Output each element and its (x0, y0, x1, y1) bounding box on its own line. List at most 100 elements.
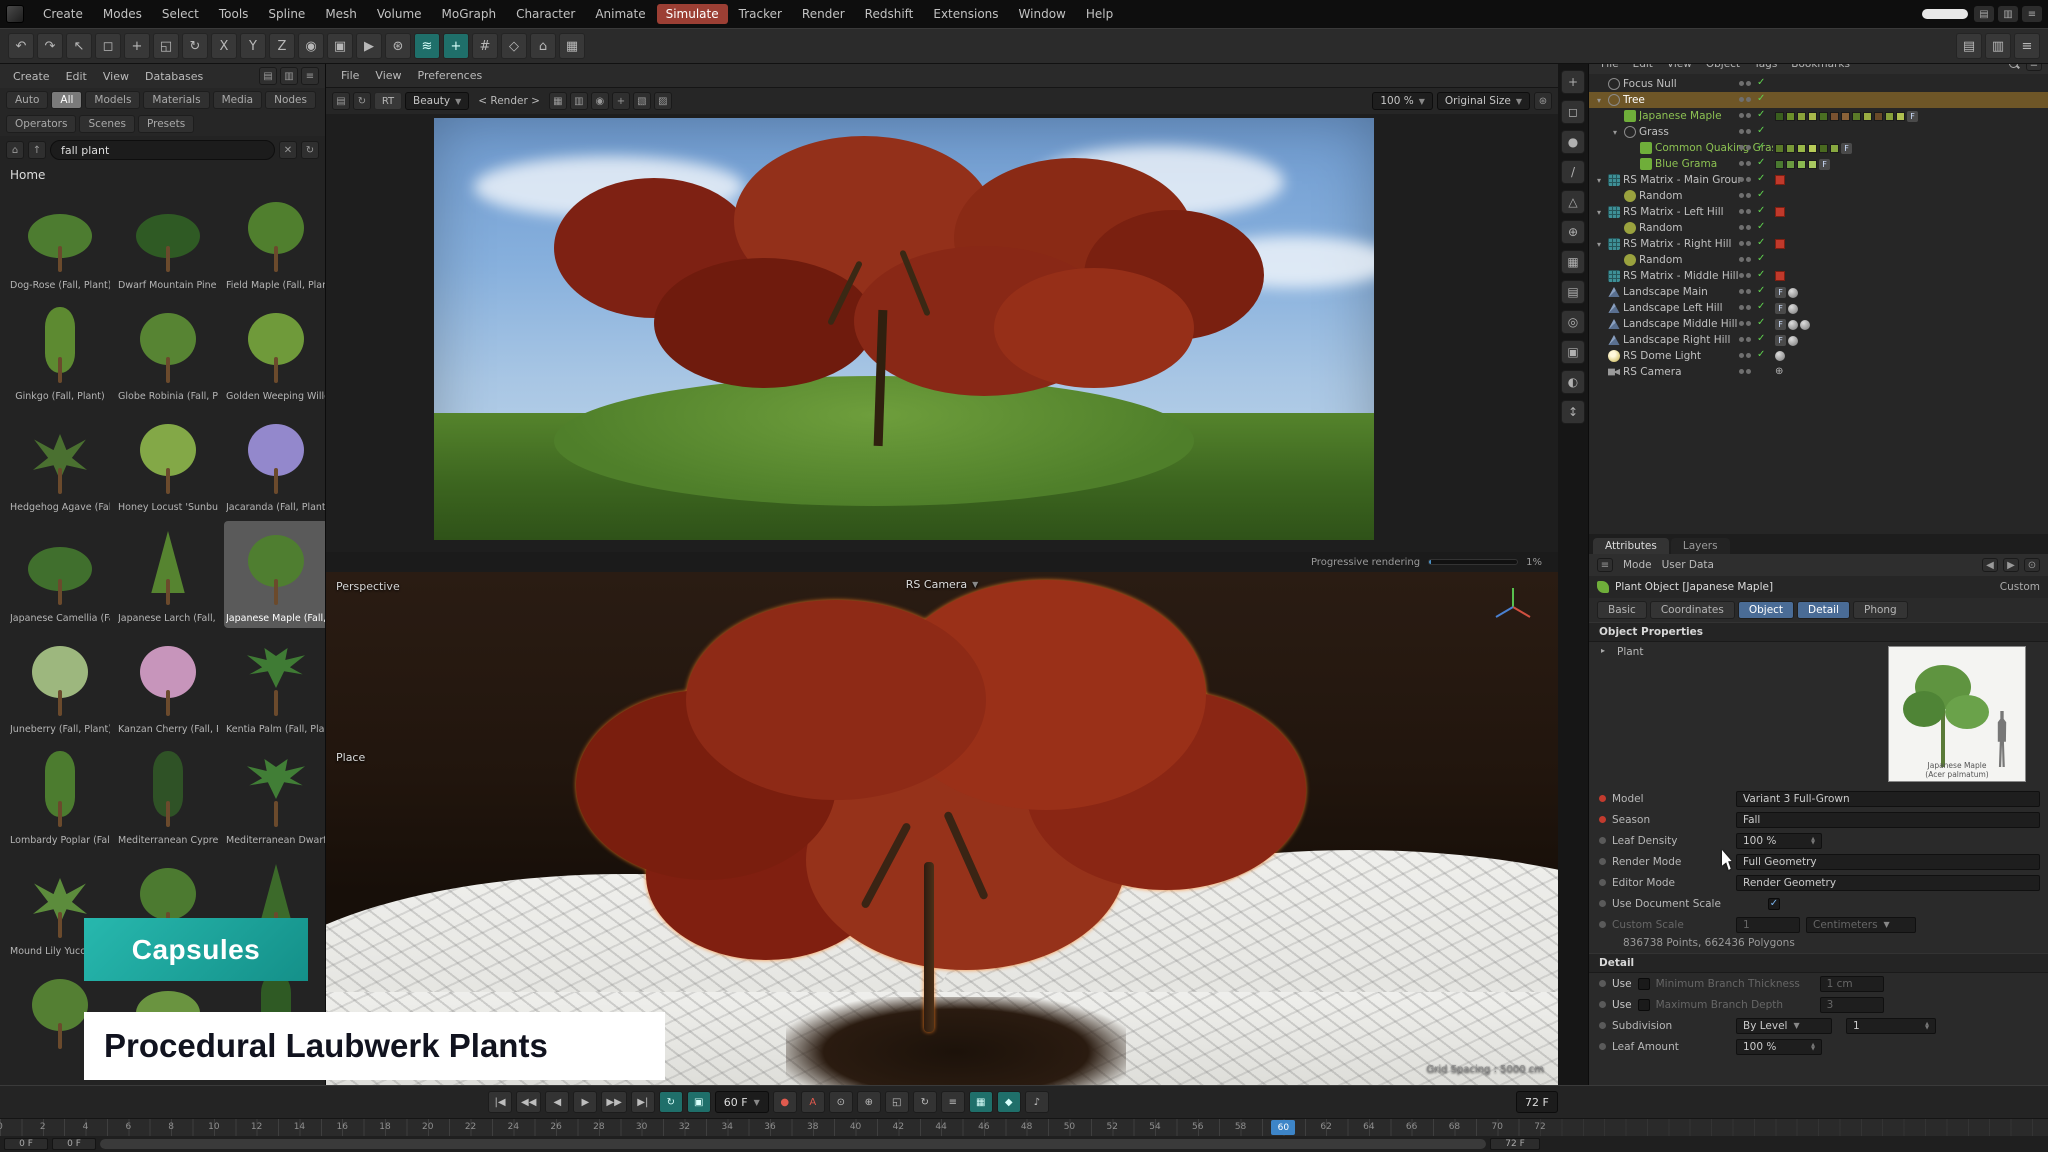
object-row-landscape-middle-hill[interactable]: Landscape Middle Hill✓F (1589, 316, 2048, 332)
prev-frame-button[interactable]: ◀ (545, 1091, 569, 1113)
asset-tile-mediterranean-cypres[interactable]: Mediterranean Cypres... (116, 743, 220, 850)
menu-render[interactable]: Render (793, 4, 854, 24)
phong-tag-icon[interactable]: F (1775, 287, 1786, 298)
menu-tools[interactable]: Tools (210, 4, 258, 24)
material-swatch[interactable] (1797, 112, 1806, 121)
move-tool-icon[interactable]: + (124, 33, 150, 59)
asset-tile-japanese-maple-fall[interactable]: Japanese Maple (Fall, ... (224, 521, 325, 628)
sound-button[interactable]: ♪ (1025, 1091, 1049, 1113)
texture-mode-icon[interactable]: ▦ (1561, 250, 1585, 274)
render-visibility-dot[interactable] (1746, 209, 1751, 214)
render-active-icon[interactable]: ▶ (356, 33, 382, 59)
object-row-rs-camera[interactable]: RS Camera⊕ (1589, 364, 2048, 380)
material-swatch[interactable] (1819, 144, 1828, 153)
normal-move-icon[interactable]: ◎ (1561, 310, 1585, 334)
render-menu-file[interactable]: File (334, 67, 366, 84)
anim-dot-icon[interactable] (1599, 1043, 1606, 1050)
tab-layers[interactable]: Layers (1671, 538, 1730, 554)
material-swatch[interactable] (1786, 144, 1795, 153)
material-tag-icon[interactable] (1775, 351, 1785, 361)
detail-field-maximum-branch-depth[interactable]: 3 (1820, 997, 1884, 1013)
plant-preview-thumbnail[interactable]: Japanese Maple (Acer palmatum) (1888, 646, 2026, 782)
range-start-field-2[interactable]: 0 F (52, 1138, 96, 1150)
editor-visibility-dot[interactable] (1739, 177, 1744, 182)
render-menu-preferences[interactable]: Preferences (411, 67, 490, 84)
user-data-menu[interactable]: User Data (1662, 559, 1714, 571)
point-mode-icon[interactable]: ● (1561, 130, 1585, 154)
redo-icon[interactable]: ↷ (37, 33, 63, 59)
object-tab-basic[interactable]: Basic (1597, 601, 1647, 619)
snap-icon[interactable]: ◇ (501, 33, 527, 59)
asset-tile-japanese-camellia-fal[interactable]: Japanese Camellia (Fal... (8, 521, 112, 628)
use-checkbox[interactable] (1638, 978, 1650, 990)
undo-icon[interactable]: ↶ (8, 33, 34, 59)
render-visibility-dot[interactable] (1746, 161, 1751, 166)
object-row-japanese-maple[interactable]: Japanese Maple✓F (1589, 108, 2048, 124)
camera-label[interactable]: RS Camera ▼ (906, 578, 978, 591)
editor-visibility-dot[interactable] (1739, 353, 1744, 358)
back-arrow-icon[interactable]: ◀ (1982, 558, 1998, 572)
filter-auto[interactable]: Auto (6, 91, 48, 109)
ab-comp4are-icon[interactable]: ▥ (570, 92, 588, 110)
detail-field-minimum-branch-thickness[interactable]: 1 cm (1820, 976, 1884, 992)
material-swatch[interactable] (1896, 112, 1905, 121)
editor-visibility-dot[interactable] (1739, 321, 1744, 326)
list-view-icon[interactable]: ▥ (280, 67, 298, 85)
object-row-rs-matrix-left-hill[interactable]: ▾RS Matrix - Left Hill✓ (1589, 204, 2048, 220)
enabled-check-icon[interactable]: ✓ (1757, 237, 1765, 248)
up-folder-icon[interactable]: ↑ (28, 141, 46, 159)
material-swatch[interactable] (1808, 160, 1817, 169)
menu-tracker[interactable]: Tracker (730, 4, 791, 24)
menu-volume[interactable]: Volume (368, 4, 431, 24)
loop-button[interactable]: ↻ (659, 1091, 683, 1113)
menu-redshift[interactable]: Redshift (856, 4, 923, 24)
enabled-check-icon[interactable]: ✓ (1757, 285, 1765, 296)
asset-menu-create[interactable]: Create (6, 68, 57, 85)
asset-tile-jacaranda-fall-plant[interactable]: Jacaranda (Fall, Plant) (224, 410, 325, 517)
scale-tool-icon[interactable]: ◱ (153, 33, 179, 59)
live-select-icon[interactable]: ↖ (66, 33, 92, 59)
edge-mode-icon[interactable]: / (1561, 160, 1585, 184)
editor-visibility-dot[interactable] (1739, 129, 1744, 134)
material-swatch[interactable] (1775, 144, 1784, 153)
render-visibility-dot[interactable] (1746, 193, 1751, 198)
prev-key-button[interactable]: ◀◀ (516, 1091, 541, 1113)
material-swatch[interactable] (1786, 160, 1795, 169)
stepper-icon[interactable]: ▲▼ (1925, 1022, 1929, 1030)
anim-dot-icon[interactable] (1599, 795, 1606, 802)
record-position-button[interactable]: ⊕ (857, 1091, 881, 1113)
timeline-ruler[interactable]: 0246810121416182022242628303234363840424… (0, 1118, 2048, 1136)
object-row-rs-matrix-main-ground[interactable]: ▾RS Matrix - Main Ground✓ (1589, 172, 2048, 188)
object-row-rs-matrix-middle-hill[interactable]: RS Matrix - Middle Hill✓ (1589, 268, 2048, 284)
filter-operators[interactable]: Operators (6, 115, 76, 133)
render-visibility-dot[interactable] (1746, 81, 1751, 86)
z-axis-toggle[interactable]: Z (269, 33, 295, 59)
asset-tile-dog-rose-fall-plant[interactable]: Dog-Rose (Fall, Plant) (8, 188, 112, 295)
selected-tree[interactable] (326, 572, 1558, 1085)
filter-materials[interactable]: Materials (143, 91, 209, 109)
goto-start-button[interactable]: |◀ (488, 1091, 512, 1113)
save-image-icon[interactable]: ▤ (332, 92, 350, 110)
interface-menu-icon[interactable]: ≡ (2014, 33, 2040, 59)
autokey-button[interactable]: A (801, 1091, 825, 1113)
enabled-check-icon[interactable]: ✓ (1757, 349, 1765, 360)
enabled-check-icon[interactable]: ✓ (1757, 269, 1765, 280)
editor-visibility-dot[interactable] (1739, 241, 1744, 246)
render-visibility-dot[interactable] (1746, 321, 1751, 326)
gear-icon[interactable]: ⊛ (1534, 92, 1552, 110)
asset-tile-kanzan-cherry-fall-pl[interactable]: Kanzan Cherry (Fall, Pl... (116, 632, 220, 739)
render-menu-view[interactable]: View (368, 67, 408, 84)
capsules-icon[interactable]: + (443, 33, 469, 59)
play-button[interactable]: ▶ (573, 1091, 597, 1113)
rect-select-icon[interactable]: ◻ (95, 33, 121, 59)
render-visibility-dot[interactable] (1746, 145, 1751, 150)
object-row-rs-dome-light[interactable]: RS Dome Light✓ (1589, 348, 2048, 364)
enabled-check-icon[interactable]: ✓ (1757, 93, 1765, 104)
redshift-object-icon[interactable] (1775, 271, 1785, 281)
render-visibility-dot[interactable] (1746, 257, 1751, 262)
record-params-button[interactable]: ≡ (941, 1091, 965, 1113)
phong-tag-icon[interactable]: F (1907, 111, 1918, 122)
playhead[interactable]: 60 (1271, 1120, 1295, 1135)
anim-dot-icon[interactable] (1599, 858, 1606, 865)
attr-dropdown-model[interactable]: Variant 3 Full-Grown (1736, 791, 2040, 807)
